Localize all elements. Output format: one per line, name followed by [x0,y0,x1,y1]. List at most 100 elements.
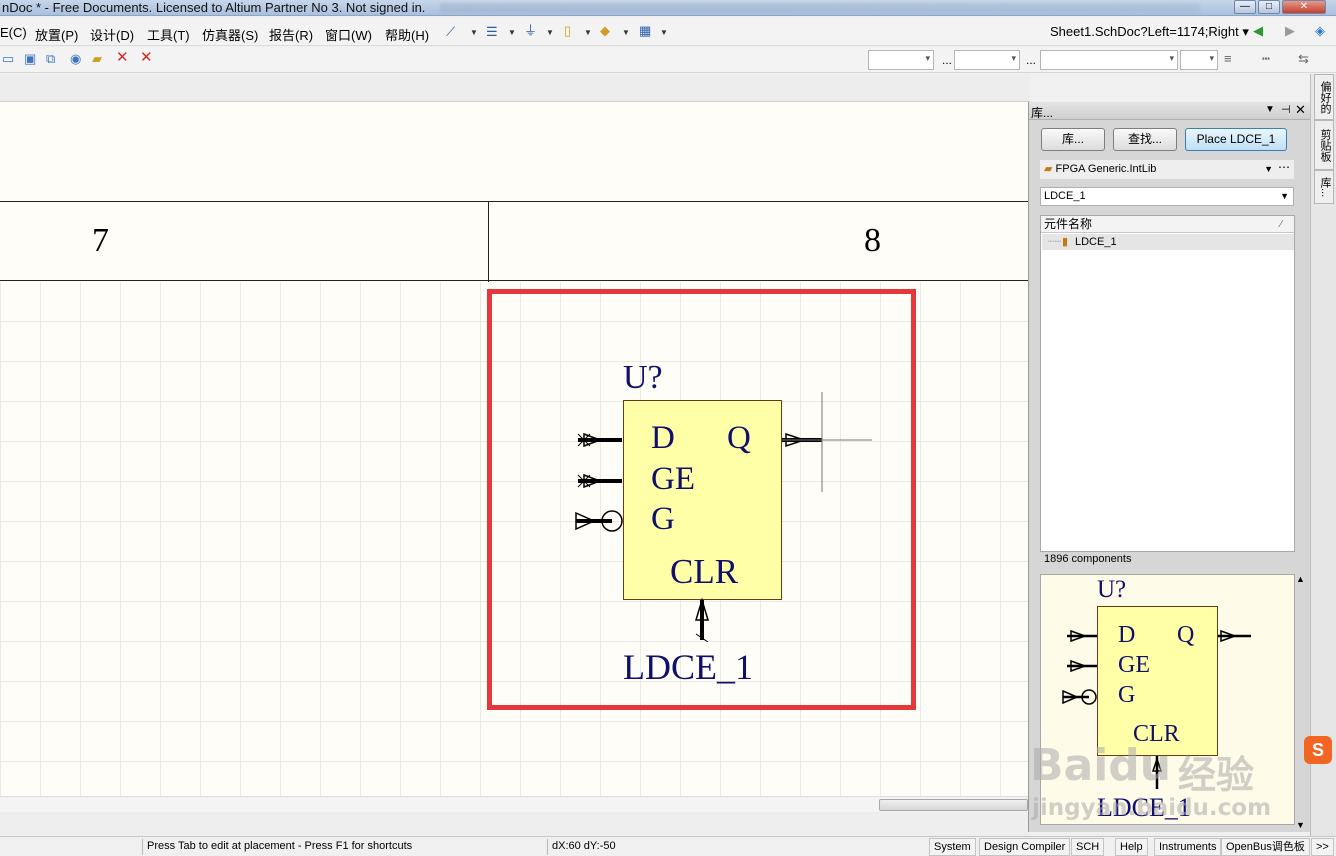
component-count: 1896 components [1044,553,1132,565]
sheet-symbol-icon[interactable]: ▣ [24,51,36,67]
document-tab-band [0,74,1030,102]
document-path-combo[interactable]: Sheet1.SchDoc?Left=1174;Right ▾ [1050,24,1249,40]
bottom-band [0,812,1028,836]
place-button[interactable]: Place LDCE_1 [1185,128,1287,151]
filter-value: LDCE_1 [1044,190,1086,202]
tab-favorites[interactable]: 偏好的 [1314,74,1334,120]
component-list[interactable]: 元件名称 ⁄ ┈┈ ▮ LDCE_1 [1040,215,1295,552]
schematic-canvas[interactable]: 7 8 U? D GE G CLR Q LDCE_1 [0,102,1028,798]
column-header[interactable]: 元件名称 ⁄ [1041,216,1294,233]
sogou-ime-icon[interactable]: S [1304,736,1332,764]
menu-window[interactable]: 窗口(W) [325,25,372,44]
more-icon[interactable]: ⋯ [1278,159,1290,176]
watermark-cn: 经验 [1178,753,1255,797]
navigate-icon[interactable]: ◈ [1315,23,1325,39]
chevron-down-icon[interactable]: ▼ [584,28,592,37]
sch-button[interactable]: SCH [1071,838,1105,856]
scroll-up-icon[interactable]: ▲ [1296,574,1305,584]
dock-tabs: 偏好的 剪贴板 库... [1310,74,1336,836]
width-combo[interactable] [1180,50,1218,70]
list-item[interactable]: ┈┈ ▮ LDCE_1 [1042,234,1294,250]
arrange-icon[interactable]: ⇆ [1298,51,1309,67]
compile-mask-icon[interactable]: ✕ [140,50,153,66]
library-icon: ▰ [1044,163,1056,175]
line-style-icon[interactable]: ≡ [1224,51,1232,67]
chevron-down-icon[interactable]: ▼ [470,28,478,37]
zone-number-7: 7 [92,222,109,259]
size-combo[interactable] [954,50,1020,70]
sort-icon[interactable]: ⁄ [1280,216,1282,233]
pin-icon[interactable]: ⊣ [1281,103,1291,116]
ground-power-icon[interactable]: ⏚ [524,23,537,39]
title-bar-blurred-area [440,3,1200,13]
part-icon[interactable]: ▯ [564,23,571,39]
tab-clipboard[interactable]: 剪贴板 [1314,120,1334,170]
status-coordinates: dX:60 dY:-50 [552,840,616,852]
style-combo[interactable] [1040,50,1178,70]
window-title: nDoc * - Free Documents. Licensed to Alt… [2,0,426,15]
menu-tools[interactable]: 工具(T) [147,25,190,44]
column-header-label: 元件名称 [1044,217,1093,231]
menu-reports[interactable]: 报告(R) [269,25,313,44]
status-bar: Press Tab to edit at placement - Press F… [0,836,1336,856]
grid-icon[interactable]: ▦ [639,23,651,39]
align-tools-icon[interactable]: ☰ [486,24,498,40]
openbus-palette-button[interactable]: OpenBus调色板 [1221,838,1310,856]
forward-icon[interactable]: ▶ [1285,23,1295,39]
library-select[interactable]: ▰ FPGA Generic.IntLib ▼ ⋯ [1040,160,1294,179]
tab-libraries[interactable]: 库... [1314,170,1334,204]
highlight-box [487,289,916,710]
toolbar-ellipsis: ... [942,53,953,67]
scroll-down-icon[interactable]: ▼ [1296,820,1305,830]
zone-number-8: 8 [864,222,881,259]
design-compiler-button[interactable]: Design Compiler [979,838,1071,856]
wiring-tools-icon[interactable]: ⟋ [446,24,455,40]
horizontal-scrollbar[interactable] [0,796,1028,812]
panel-menu-icon[interactable]: ▼ [1265,104,1275,115]
menu-bar: E(C) 放置(P) 设计(D) 工具(T) 仿真器(S) 报告(R) 窗口(W… [0,18,1336,46]
panel-title: 库... [1031,106,1054,120]
menu-simulator[interactable]: 仿真器(S) [202,25,258,44]
menu-help[interactable]: 帮助(H) [385,25,429,44]
component-icon: ▮ [1062,236,1069,248]
search-button[interactable]: 查找... [1113,128,1177,151]
chevron-down-icon[interactable]: ▼ [546,28,554,37]
close-icon[interactable]: ✕ [1295,102,1306,118]
scrollbar-thumb[interactable] [879,799,1028,811]
tree-line: ┈┈ [1048,236,1062,248]
font-combo[interactable] [868,50,934,70]
no-erc-icon[interactable]: ✕ [116,50,129,66]
chevron-down-icon[interactable]: ▼ [1280,188,1289,205]
menu-edit[interactable]: E(C) [0,25,27,40]
sheet-entry-icon[interactable]: ⧉ [46,51,55,67]
rectangle-icon[interactable]: ▭ [2,51,14,67]
chevron-down-icon[interactable]: ▼ [508,28,516,37]
sheet-zone-row: 7 8 [0,201,1028,282]
status-separator [547,839,548,855]
status-separator [142,839,143,855]
menu-design[interactable]: 设计(D) [90,25,134,44]
port-icon[interactable]: ◆ [600,23,610,39]
panel-header: 库... ▼ ⊣ ✕ [1029,102,1310,120]
status-hint: Press Tab to edit at placement - Press F… [147,840,413,852]
system-button[interactable]: System [929,838,976,856]
chevron-down-icon[interactable]: ▼ [1264,161,1273,178]
maximize-button[interactable]: □ [1258,0,1280,14]
library-name: FPGA Generic.IntLib [1055,163,1157,175]
minimize-button[interactable]: — [1234,0,1256,14]
more-panels-button[interactable]: >> [1311,838,1334,856]
instruments-button[interactable]: Instruments [1154,838,1222,856]
zone-divider [488,202,489,282]
watermark-url: jingyan.baidu.com [1032,795,1272,821]
libraries-button[interactable]: 库... [1041,128,1105,151]
close-button[interactable]: ✕ [1282,0,1326,14]
dash-style-icon[interactable]: ┅ [1262,51,1270,67]
chevron-down-icon[interactable]: ▼ [622,28,630,37]
back-icon[interactable]: ◀ [1253,23,1263,39]
device-sheet-icon[interactable]: ◉ [70,51,81,67]
harness-icon[interactable]: ▰ [92,51,102,67]
help-button[interactable]: Help [1115,838,1148,856]
menu-place[interactable]: 放置(P) [35,25,78,44]
chevron-down-icon[interactable]: ▼ [660,28,668,37]
filter-input[interactable]: LDCE_1 ▼ [1040,187,1294,206]
